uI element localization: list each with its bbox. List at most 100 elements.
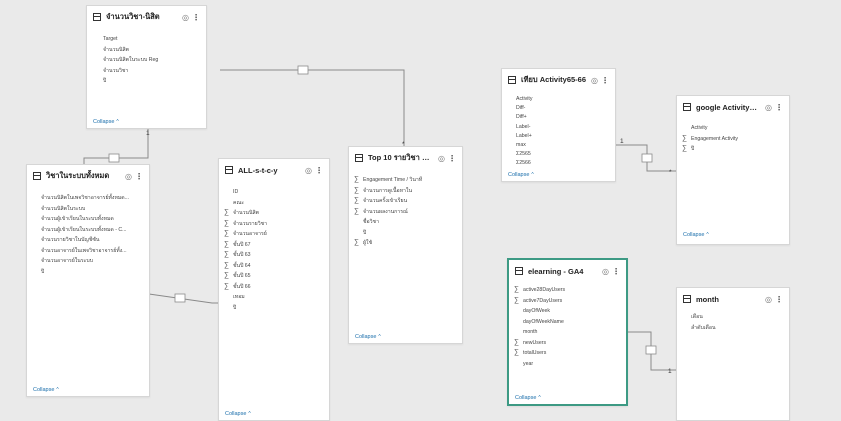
field-item[interactable]: Ʃ2566 (502, 159, 615, 168)
collapse-button[interactable]: Collapse ^ (683, 232, 709, 238)
field-item[interactable]: ∑ จำนวนอาจารย์ (219, 229, 329, 240)
eye-icon[interactable]: ◎ (305, 166, 312, 175)
field-name: Engagement Activity (691, 135, 739, 142)
field-item[interactable]: ∑ Engagement Activity (677, 134, 789, 145)
field-item[interactable]: ∑ ชั้นปี 63 (219, 250, 329, 261)
eye-icon[interactable]: ◎ (125, 172, 132, 181)
field-item[interactable]: max (502, 141, 615, 150)
more-options-icon[interactable]: ⋮ (775, 295, 783, 304)
table-card-header[interactable]: เทียบ Activity65-66 ◎ ⋮ (502, 69, 615, 91)
field-item[interactable]: Target (89, 34, 206, 45)
field-item[interactable]: Label+ (502, 132, 615, 141)
field-item[interactable]: dayOfWeek (509, 306, 626, 317)
field-item[interactable]: ∑ ผู้ใช้ (349, 238, 462, 249)
field-item[interactable]: ปี (349, 228, 462, 239)
field-item[interactable]: จำนวนผู้เข้าเรียนในระบบทั้งหมด (27, 214, 149, 225)
field-item[interactable]: ลำดับเดือน (677, 323, 789, 334)
table-card-header[interactable]: Top 10 รายวิชา ปี 66 ◎ ⋮ (349, 147, 462, 169)
field-item[interactable]: คณะ (219, 198, 329, 209)
collapse-button[interactable]: Collapse ^ (515, 395, 541, 401)
field-item[interactable]: ∑ active28DayUsers (509, 285, 626, 296)
more-options-icon[interactable]: ⋮ (192, 13, 200, 22)
collapse-label: Collapse (515, 395, 537, 401)
field-list: Target จำนวนนิสิต จำนวนนิสิตในระบบ Reg จ… (87, 28, 206, 87)
table-card-header[interactable]: month ◎ ⋮ (677, 288, 789, 310)
field-item[interactable]: dayOfWeekName (509, 317, 626, 328)
field-item[interactable]: ∑ newUsers (509, 338, 626, 349)
field-item[interactable]: จำนวนอาจารย์ในระบบ (27, 256, 149, 267)
field-item[interactable]: ∑ ชั้นปี 66 (219, 282, 329, 293)
field-item[interactable]: ชื่อวิชา (349, 217, 462, 228)
collapse-button[interactable]: Collapse ^ (225, 411, 251, 417)
table-card-top10-courses[interactable]: Top 10 รายวิชา ปี 66 ◎ ⋮ ∑ Engagement Tim… (348, 146, 463, 344)
field-item[interactable]: ∑ active7DayUsers (509, 296, 626, 307)
sigma-icon: ∑ (514, 349, 519, 356)
table-card-courses-in-system[interactable]: วิชาในระบบทั้งหมด ◎ ⋮ จำนวนนิสิตในเพจวิช… (26, 164, 150, 397)
field-item[interactable]: ∑ จำนวนนิสิต (219, 208, 329, 219)
table-card-header[interactable]: จำนวนวิชา-นิสิต ◎ ⋮ (87, 6, 206, 28)
more-options-icon[interactable]: ⋮ (315, 166, 323, 175)
eye-icon[interactable]: ◎ (591, 76, 598, 85)
field-item[interactable]: Activity (502, 95, 615, 104)
collapse-label: Collapse (355, 334, 377, 340)
field-item[interactable]: จำนวนนิสิตในเพจวิชาอาจารย์ทั้งหมด... (27, 193, 149, 204)
field-item[interactable]: ∑ ชั้นปี 65 (219, 271, 329, 282)
field-item[interactable]: Label- (502, 123, 615, 132)
field-item[interactable]: ∑ จำนวนครั้งเข้าเรียน (349, 196, 462, 207)
more-options-icon[interactable]: ⋮ (448, 154, 456, 163)
field-item[interactable]: ปี (27, 267, 149, 278)
more-options-icon[interactable]: ⋮ (612, 267, 620, 276)
field-item[interactable]: ID (219, 187, 329, 198)
table-card-all-s-t-c-y[interactable]: ALL-s-t-c-y ◎ ⋮ ID คณะ ∑ จำนวนนิสิต ∑ จำนว… (218, 158, 330, 421)
table-card-header[interactable]: google Activity65-AL... ◎ ⋮ (677, 96, 789, 118)
field-item[interactable]: จำนวนรายวิชาในบัญชีซัน (27, 235, 149, 246)
field-item[interactable]: ∑ Engagement Time / วินาที (349, 175, 462, 186)
field-item[interactable]: จำนวนนิสิตในระบบ Reg (89, 55, 206, 66)
field-item[interactable]: ∑ ปี (677, 144, 789, 155)
field-item[interactable]: จำนวนอาจารย์ในเพจวิชาอาจารย์ทั้ง... (27, 246, 149, 257)
field-item[interactable]: Diff- (502, 104, 615, 113)
eye-icon[interactable]: ◎ (765, 103, 772, 112)
field-item[interactable]: เทอม (219, 292, 329, 303)
collapse-button[interactable]: Collapse ^ (508, 172, 534, 178)
field-item[interactable]: year (509, 359, 626, 370)
collapse-button[interactable]: Collapse ^ (355, 334, 381, 340)
field-item[interactable]: ∑ ชั้นปี 67 (219, 240, 329, 251)
more-options-icon[interactable]: ⋮ (601, 76, 609, 85)
table-card-header[interactable]: elearning - GA4 ◎ ⋮ (509, 260, 626, 282)
more-options-icon[interactable]: ⋮ (775, 103, 783, 112)
field-item[interactable]: Ʃ2565 (502, 150, 615, 159)
eye-icon[interactable]: ◎ (438, 154, 445, 163)
table-card-header[interactable]: ALL-s-t-c-y ◎ ⋮ (219, 159, 329, 181)
sigma-icon: ∑ (514, 296, 519, 304)
collapse-button[interactable]: Collapse ^ (33, 387, 59, 393)
table-card-activity-compare[interactable]: เทียบ Activity65-66 ◎ ⋮ Activity Diff- D… (501, 68, 616, 182)
table-card-elearning-ga4[interactable]: elearning - GA4 ◎ ⋮ ∑ active28DayUsers ∑ a… (507, 258, 628, 406)
table-card-course-students[interactable]: จำนวนวิชา-นิสิต ◎ ⋮ Target จำนวนนิสิต จำ… (86, 5, 207, 129)
field-item[interactable]: ∑ ชั้นปี 64 (219, 261, 329, 272)
eye-icon[interactable]: ◎ (182, 13, 189, 22)
field-item[interactable]: ∑ จำนวนการดูเนื้อหาใน (349, 186, 462, 197)
field-item[interactable]: จำนวนนิสิต (89, 45, 206, 56)
field-item[interactable]: Activity (677, 123, 789, 134)
table-card-google-activity[interactable]: google Activity65-AL... ◎ ⋮ Activity ∑ En… (676, 95, 790, 245)
field-item[interactable]: ∑ จำนวนผลงานการณ์ (349, 207, 462, 218)
model-diagram-canvas[interactable]: 1 * 1 1 1 * 1 * * 1 จำนวนวิชา-นิสิต ◎ ⋮ … (0, 0, 841, 421)
field-item[interactable]: Diff+ (502, 113, 615, 122)
field-item[interactable]: เดือน (677, 312, 789, 323)
field-item[interactable]: จำนวนผู้เข้าเรียนในระบบทั้งหมด - C... (27, 225, 149, 236)
eye-icon[interactable]: ◎ (765, 295, 772, 304)
table-card-header[interactable]: วิชาในระบบทั้งหมด ◎ ⋮ (27, 165, 149, 187)
field-item[interactable]: จำนวนนิสิตในระบบ (27, 204, 149, 215)
field-item[interactable]: ∑ จำนวนรายวิชา (219, 219, 329, 230)
more-options-icon[interactable]: ⋮ (135, 172, 143, 181)
field-item[interactable]: month (509, 327, 626, 338)
field-item[interactable]: ปี (89, 76, 206, 87)
field-item[interactable]: ∑ totalUsers (509, 348, 626, 359)
field-item[interactable]: ปี (219, 303, 329, 314)
field-item[interactable]: จำนวนวิชา (89, 66, 206, 77)
table-title: วิชาในระบบทั้งหมด (46, 171, 110, 180)
eye-icon[interactable]: ◎ (602, 267, 609, 276)
table-card-month[interactable]: month ◎ ⋮ เดือน ลำดับเดือน (676, 287, 790, 421)
collapse-button[interactable]: Collapse ^ (93, 119, 119, 125)
